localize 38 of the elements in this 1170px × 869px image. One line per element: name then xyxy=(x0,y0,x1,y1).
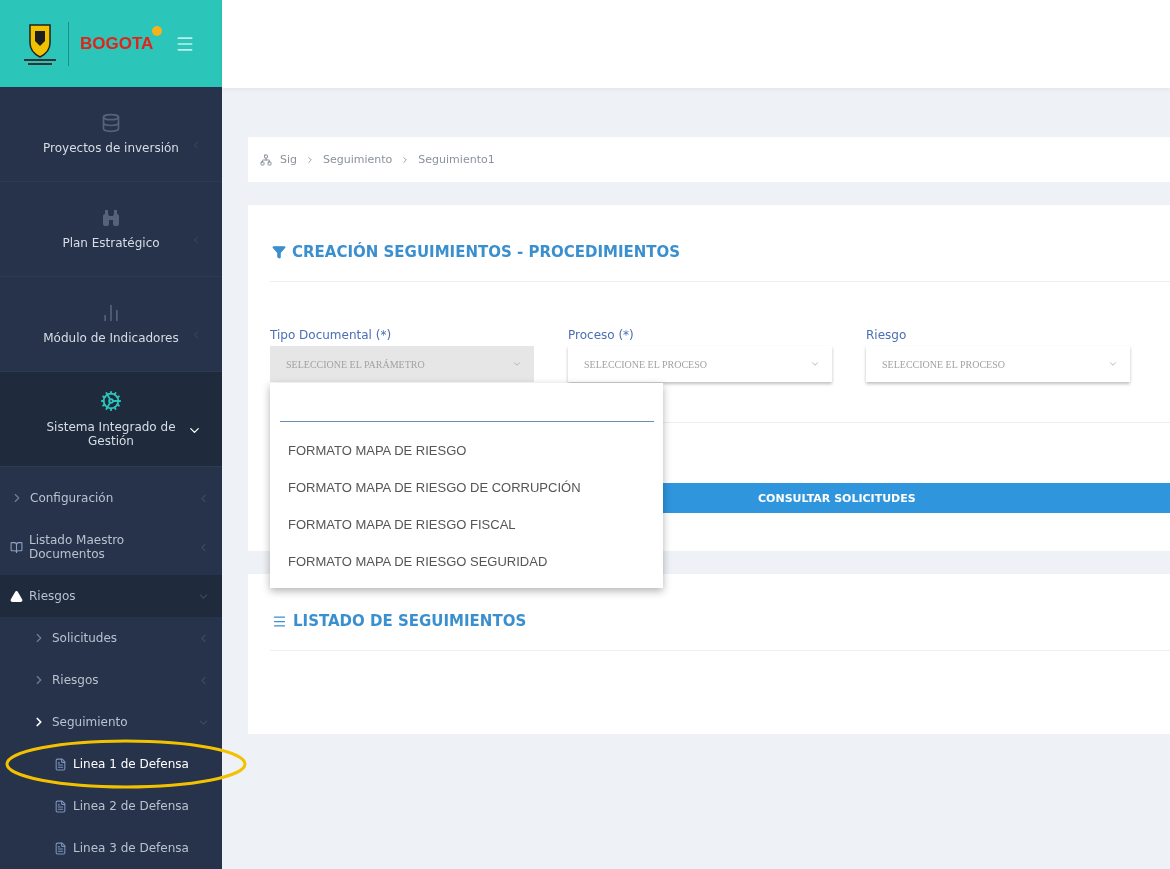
sidebar-item[interactable]: Listado Maestro Documentos xyxy=(0,519,222,575)
caret-icon xyxy=(512,359,522,369)
book-icon xyxy=(10,540,23,554)
dropdown-option[interactable]: FORMATO MAPA DE RIESGO DE CORRUPCIÓN xyxy=(270,469,663,506)
file-icon xyxy=(54,841,67,855)
filter-icon xyxy=(272,245,286,259)
caret-icon xyxy=(1108,359,1118,369)
gears-icon xyxy=(100,390,122,413)
sidebar-item[interactable]: Riesgos xyxy=(0,575,222,617)
file-icon xyxy=(54,799,67,813)
dropdown-option[interactable]: FORMATO MAPA DE RIESGO FISCAL xyxy=(270,506,663,543)
sidebar-item[interactable]: Solicitudes xyxy=(0,617,222,659)
sidebar-module[interactable]: Sistema Integrado de Gestión xyxy=(0,372,222,468)
divider-line xyxy=(68,21,70,66)
sidebar-item[interactable]: Riesgos xyxy=(0,659,222,701)
sidebar-module[interactable]: Plan Estratégico xyxy=(0,182,222,278)
field-label: Riesgo xyxy=(866,328,908,342)
sidebar-item[interactable]: Configuración xyxy=(0,477,222,519)
logo-wordmark: BOGOTA xyxy=(80,33,154,54)
list-icon xyxy=(272,613,287,629)
dropdown-option[interactable]: FORMATO MAPA DE RIESGO xyxy=(270,432,663,469)
sidebar-item[interactable]: Linea 1 de Defensa xyxy=(0,743,222,785)
sidebar-module[interactable]: Proyectos de inversión xyxy=(0,87,222,183)
field-label: Tipo Documental (*) xyxy=(270,328,393,342)
database-icon xyxy=(101,113,121,134)
field-label: Proceso (*) xyxy=(568,328,635,342)
bar-chart-icon xyxy=(101,303,121,324)
section-title-text: LISTADO DE SEGUIMIENTOS xyxy=(293,612,527,630)
binoculars-icon xyxy=(101,208,121,229)
sidebar-item[interactable]: Seguimiento xyxy=(0,701,222,743)
section-title-text: CREACIÓN SEGUIMIENTOS - PROCEDIMIENTOS xyxy=(292,243,681,261)
warning-icon xyxy=(10,589,23,603)
caret-icon xyxy=(810,359,820,369)
file-icon xyxy=(54,757,67,771)
sitemap-icon xyxy=(260,153,272,166)
sidebar-item[interactable]: Linea 3 de Defensa xyxy=(0,827,222,869)
dropdown-option[interactable]: FORMATO MAPA DE RIESGO SEGURIDAD xyxy=(270,543,663,580)
sidebar-item[interactable]: Linea 2 de Defensa xyxy=(0,785,222,827)
